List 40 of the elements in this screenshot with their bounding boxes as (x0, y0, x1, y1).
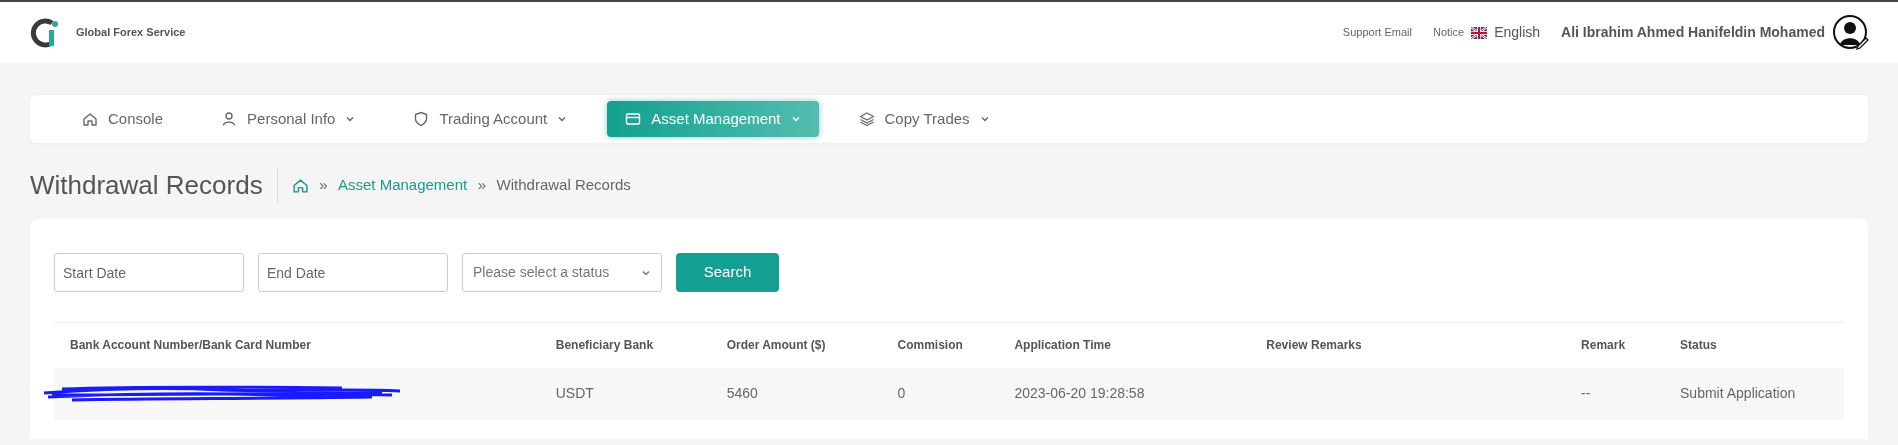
nav-tab[interactable]: Trading Account (395, 101, 586, 137)
status-select[interactable]: Please select a status (462, 253, 662, 292)
column-header: Remark (1565, 322, 1665, 368)
avatar-icon[interactable] (1832, 13, 1870, 52)
column-header: Application Time (998, 322, 1251, 368)
column-header: Review Remarks (1250, 322, 1566, 368)
breadcrumb-separator: » (319, 174, 328, 195)
nav-tab[interactable]: Personal Info (203, 101, 374, 137)
end-date-field[interactable]: End Date (258, 253, 448, 292)
brand-name: Global Forex Service (76, 25, 186, 41)
table-cell: -- (1565, 367, 1665, 420)
flag-icon (1471, 26, 1488, 39)
column-header: Order Amount ($) (710, 322, 882, 368)
table-cell: 2023-06-20 19:28:58 (998, 367, 1251, 420)
home-icon (82, 111, 98, 127)
card-icon (625, 111, 642, 127)
user-name: Ali Ibrahim Ahmed Hanifeldin Mohamed (1561, 23, 1825, 42)
table-cell: 5460 (710, 367, 882, 420)
person-icon (221, 111, 238, 127)
page-title: Withdrawal Records (30, 167, 278, 203)
column-header: Beneficiary Bank (539, 322, 711, 368)
home-icon[interactable] (291, 176, 309, 194)
start-date-field[interactable]: Start Date (54, 253, 244, 292)
breadcrumb-current: Withdrawal Records (496, 174, 631, 195)
layers-icon (858, 111, 875, 127)
column-header: Bank Account Number/Bank Card Number (54, 322, 540, 368)
breadcrumb-separator: » (477, 174, 487, 195)
language-selector[interactable]: English (1494, 22, 1541, 43)
search-button[interactable]: Search (676, 253, 779, 292)
nav-tab[interactable]: Copy Trades (840, 101, 1008, 137)
header-link[interactable]: Support Email (1342, 24, 1412, 41)
table-cell: Submit Application (1664, 367, 1844, 420)
table-cell: USDT (539, 367, 711, 420)
column-header: Commision (881, 322, 999, 368)
column-header: Status (1664, 322, 1844, 368)
header-link[interactable]: Notice (1432, 24, 1465, 41)
breadcrumb-link[interactable]: Asset Management (338, 173, 468, 197)
shield-icon (413, 111, 430, 127)
nav-tab[interactable]: Console (64, 101, 182, 137)
table-cell: 0 (881, 367, 999, 420)
